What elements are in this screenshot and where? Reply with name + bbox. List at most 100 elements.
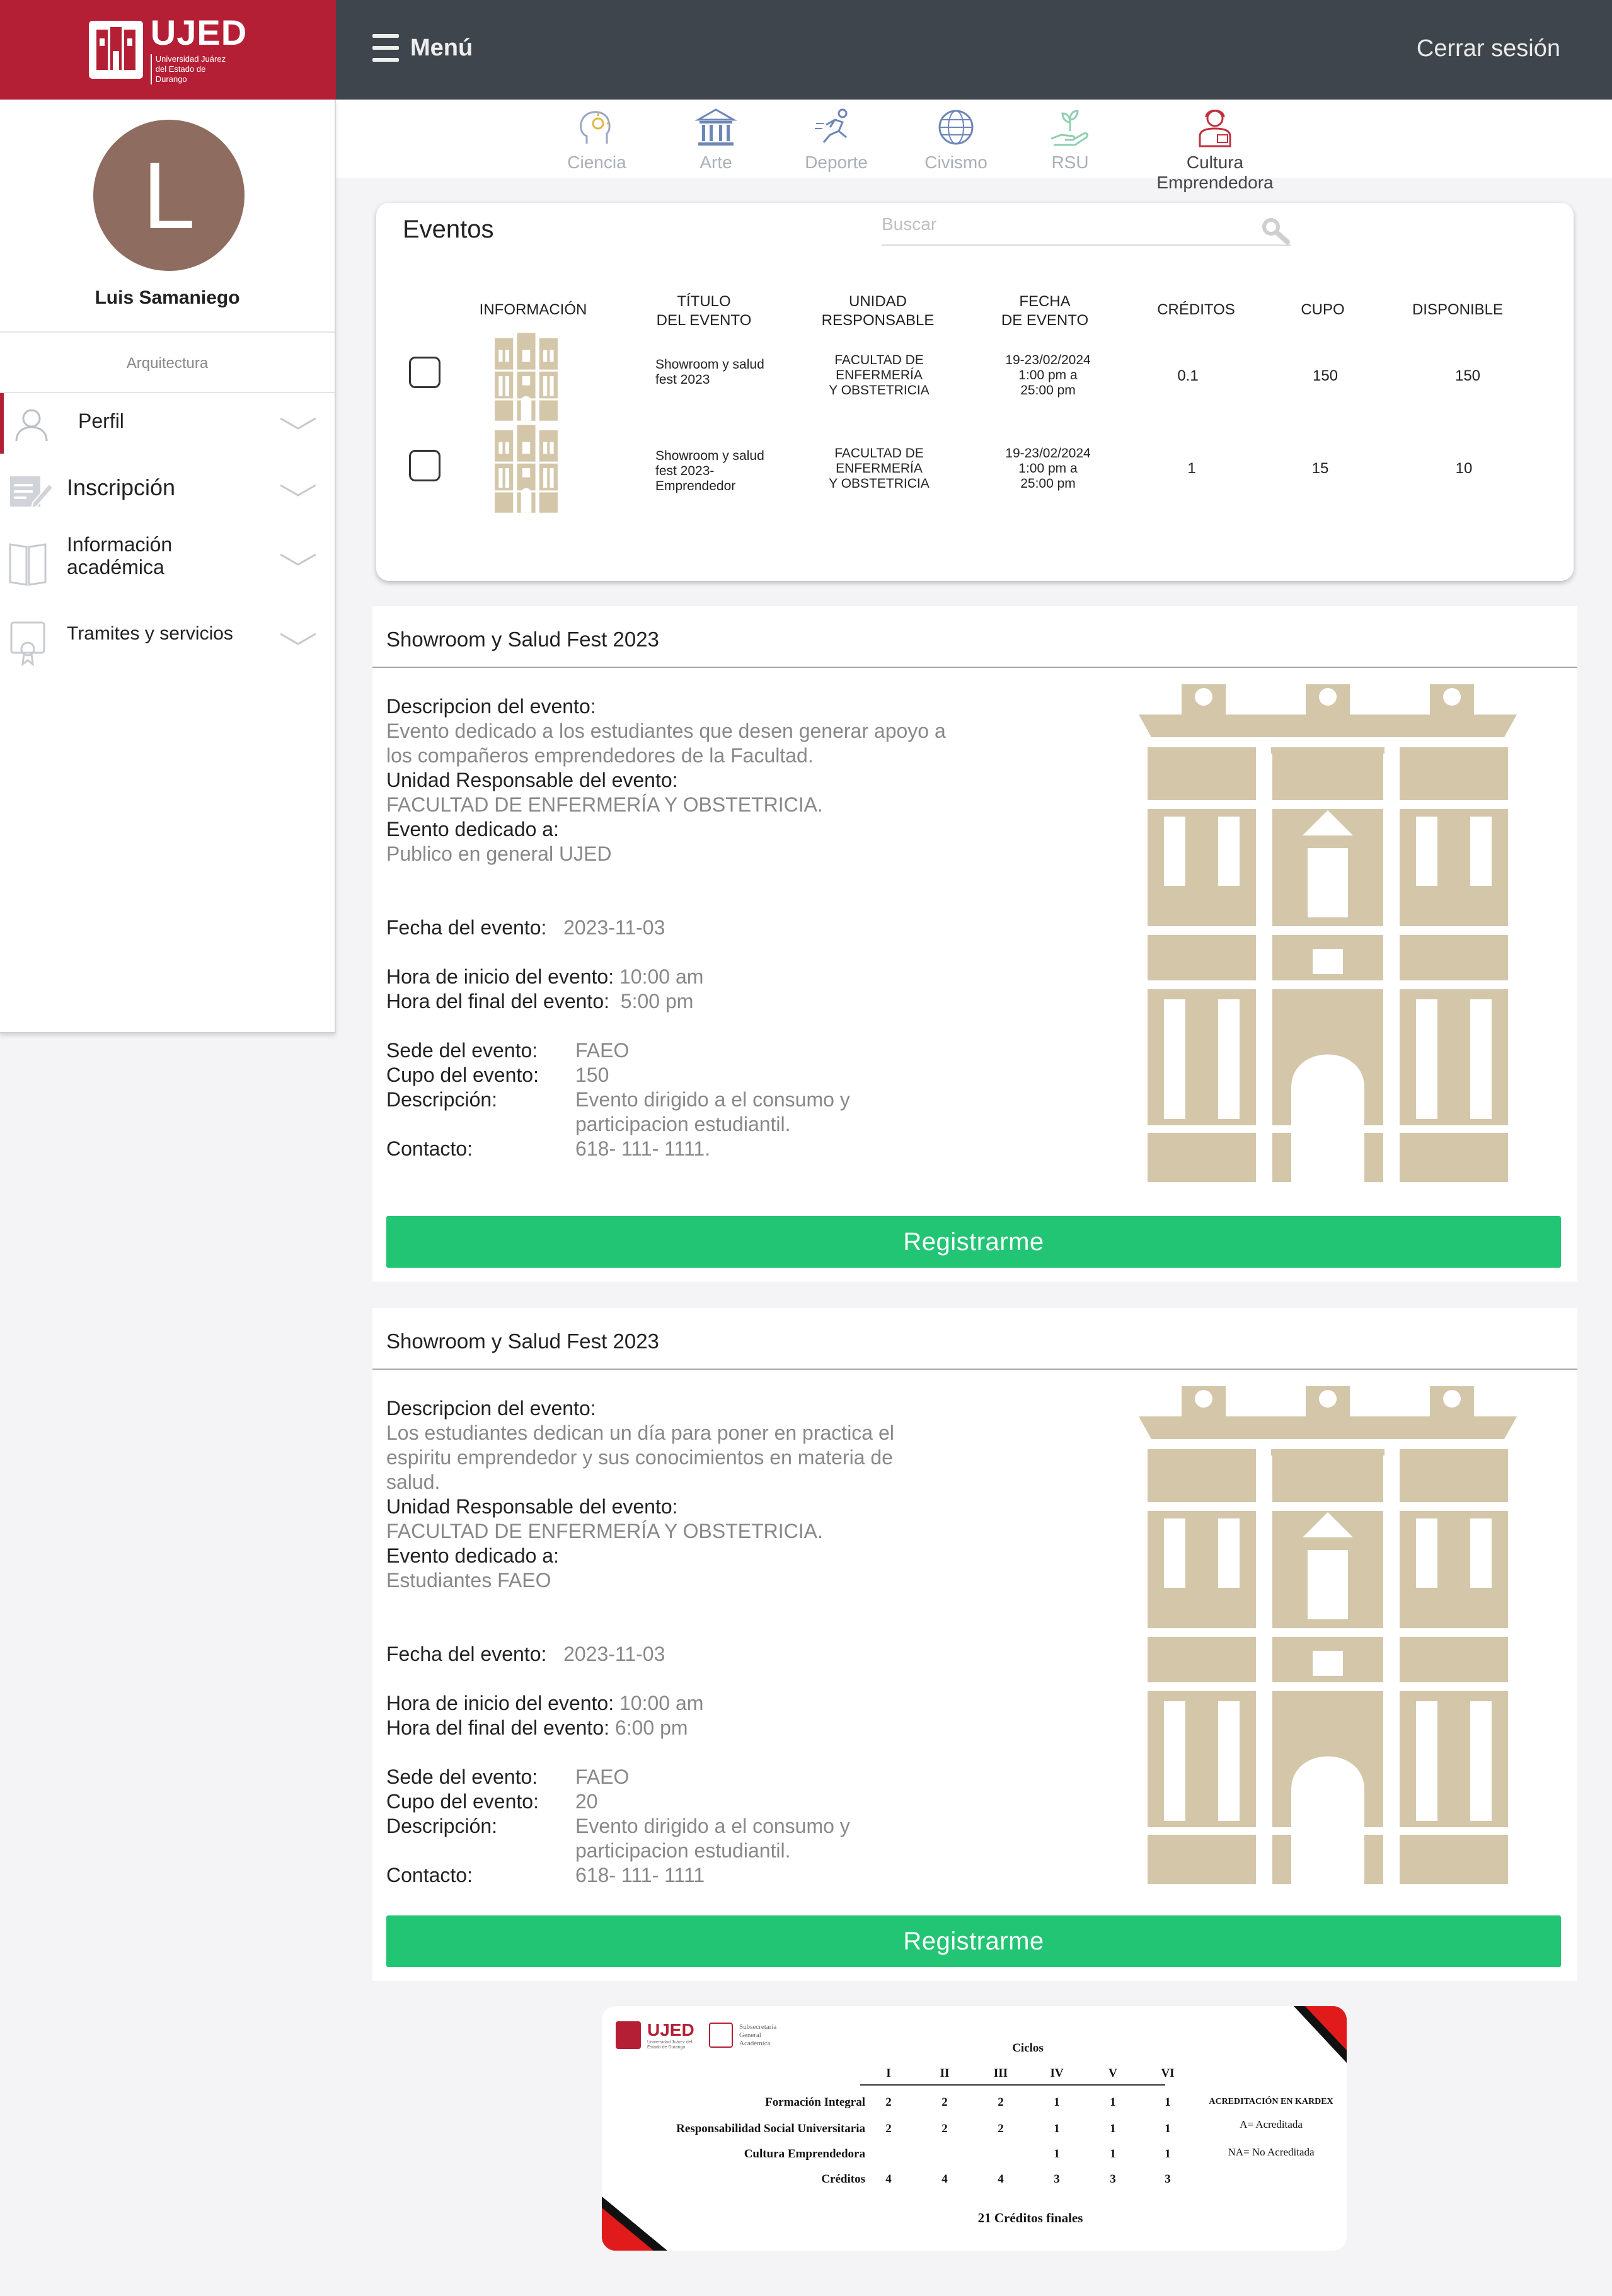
divider <box>372 1369 1577 1370</box>
credits-cell: 4 <box>941 2173 948 2186</box>
cycle-header: V <box>1108 2067 1117 2080</box>
search-icon[interactable] <box>1258 214 1291 246</box>
divider <box>0 331 335 333</box>
column-header-info: INFORMACIÓN <box>479 301 587 318</box>
event-detail-body: Descripcion del evento: Los estudiantes … <box>386 1397 894 1886</box>
menu-button[interactable]: Menú <box>372 28 473 68</box>
credits-cell: 2 <box>941 2096 948 2109</box>
ujed-building-emblem <box>1139 1386 1517 1884</box>
credits-cell: 3 <box>1054 2173 1060 2186</box>
sidebar-item-tramites[interactable]: Tramites y servicios <box>0 609 335 669</box>
ujed-logo[interactable]: UJED Universidad Juárez del Estado de Du… <box>88 15 247 84</box>
credits-cell: 1 <box>1165 2147 1171 2161</box>
column-header-available: DISPONIBLE <box>1412 301 1504 318</box>
chevron-down-icon <box>280 484 316 497</box>
credits-cell: 1 <box>1165 2096 1171 2109</box>
runner-icon <box>815 108 848 143</box>
museum-icon <box>694 108 737 146</box>
seal-icon <box>709 2023 733 2048</box>
science-head-icon <box>580 111 611 144</box>
credits-cell: 3 <box>1110 2173 1116 2186</box>
credits-cell: 2 <box>941 2122 948 2135</box>
category-label: Deporte <box>805 152 868 172</box>
menu-label: Menú <box>410 34 473 61</box>
corner-decoration <box>1294 2006 1347 2063</box>
column-header-capacity: CUPO <box>1301 301 1345 318</box>
entrepreneur-icon <box>1199 110 1231 147</box>
table-row[interactable]: Showroom y salud fest 2023 FACULTAD DE ENF… <box>376 329 1574 423</box>
credits-cell: 2 <box>885 2096 892 2109</box>
book-icon <box>9 543 47 586</box>
events-card: Eventos INFORMACIÓN TÍTULODEL EVENTO UNI… <box>376 203 1574 581</box>
register-button[interactable]: Registrarme <box>386 1915 1561 1967</box>
event-capacity-cell: 15 <box>1311 460 1329 477</box>
ujed-building-emblem <box>1139 684 1517 1182</box>
event-available-cell: 150 <box>1454 367 1481 384</box>
sidebar-item-label: Inscripción <box>67 474 176 500</box>
category-cultura-emprendedora[interactable]: Cultura Emprendedora <box>1127 106 1303 193</box>
event-title-cell: Showroom y salud fest 2023 <box>655 357 764 387</box>
credits-cell: 2 <box>998 2122 1004 2135</box>
credits-cell: 1 <box>1165 2122 1171 2135</box>
total-credits: 21 Créditos finales <box>977 2210 1083 2225</box>
column-header-title: TÍTULO DEL EVENTO <box>656 293 752 329</box>
credits-cell: 3 <box>1165 2173 1171 2186</box>
sidebar-item-perfil[interactable]: Perfil <box>0 393 335 454</box>
category-ciencia[interactable]: Ciencia <box>534 106 660 173</box>
search-bar <box>882 214 1291 246</box>
kardex-legend-title: ACREDITACIÓN EN KARDEX <box>1209 2097 1333 2106</box>
credits-cell: 1 <box>1054 2096 1060 2109</box>
sidebar-item-inscripcion[interactable]: Inscripción <box>0 460 335 520</box>
top-bar: Menú Cerrar sesión <box>336 0 1612 100</box>
chevron-down-icon <box>280 553 316 566</box>
column-header-credits: CRÉDITOS <box>1157 301 1235 318</box>
hamburger-icon <box>372 28 399 68</box>
brand-subtitle: Universidad Juárez del Estado de Durango <box>150 54 233 84</box>
category-arte[interactable]: Arte <box>653 106 779 173</box>
row-checkbox[interactable] <box>409 357 440 388</box>
category-deporte[interactable]: Deporte <box>773 106 899 173</box>
event-detail-body: Descripcion del evento: Evento dedicado … <box>386 695 946 1160</box>
certificate-icon <box>10 621 45 667</box>
event-capacity-cell: 150 <box>1312 367 1339 384</box>
sidebar-item-informacion-academica[interactable]: Información académica <box>0 529 335 590</box>
user-name: Luis Samaniego <box>95 287 240 308</box>
user-career: Arquitectura <box>126 355 209 372</box>
register-button[interactable]: Registrarme <box>386 1216 1561 1268</box>
credits-cell: 1 <box>1110 2096 1116 2109</box>
event-date-cell: 19-23/02/2024 1:00 pm a 25:00 pm <box>1005 446 1091 491</box>
event-credits-cell: 1 <box>1187 460 1196 477</box>
row-checkbox[interactable] <box>409 450 440 481</box>
event-detail-title: Showroom y Salud Fest 2023 <box>386 628 659 651</box>
user-icon <box>15 409 48 442</box>
event-detail-title: Showroom y Salud Fest 2023 <box>386 1329 659 1353</box>
event-title-cell: Showroom y salud fest 2023- Emprendedor <box>655 449 764 493</box>
table-row[interactable]: Showroom y salud fest 2023- Emprendedor FA… <box>376 423 1574 518</box>
sidebar-item-label: Información académica <box>67 533 173 578</box>
search-input[interactable] <box>882 214 1235 234</box>
event-unit-cell: FACULTAD DE ENFERMERÍA Y OBSTETRICIA <box>829 353 930 398</box>
event-credits-cell: 0.1 <box>1177 367 1199 384</box>
cycle-header: VI <box>1161 2067 1175 2080</box>
divider <box>860 2084 1165 2086</box>
sidebar-item-label: Perfil <box>78 410 124 432</box>
category-rsu[interactable]: RSU <box>1007 106 1133 173</box>
credits-cell: 1 <box>1110 2122 1116 2135</box>
kardex-legend-item: A= Acreditada <box>1240 2118 1303 2130</box>
credits-cell: 1 <box>1110 2147 1116 2161</box>
avatar[interactable]: L <box>93 120 245 271</box>
credits-row-label: Cultura Emprendedora <box>744 2147 865 2161</box>
events-title: Eventos <box>403 215 494 243</box>
credits-row-label: Créditos <box>821 2173 865 2186</box>
ujed-building-thumbnail <box>493 333 559 421</box>
category-civismo[interactable]: Civismo <box>893 106 1019 173</box>
credits-row-label: Responsabilidad Social Universitaria <box>676 2122 865 2135</box>
form-icon <box>10 476 54 509</box>
event-detail-card: Showroom y Salud Fest 2023 Descripcion d… <box>372 606 1577 1282</box>
event-unit-cell: FACULTAD DE ENFERMERÍA Y OBSTETRICIA <box>829 446 930 491</box>
logout-button[interactable]: Cerrar sesión <box>1417 35 1560 62</box>
credits-cell: 2 <box>998 2096 1004 2109</box>
ujed-emblem-icon <box>616 2021 641 2049</box>
brand-header: UJED Universidad Juárez del Estado de Du… <box>0 0 336 100</box>
category-label: Ciencia <box>567 152 626 172</box>
